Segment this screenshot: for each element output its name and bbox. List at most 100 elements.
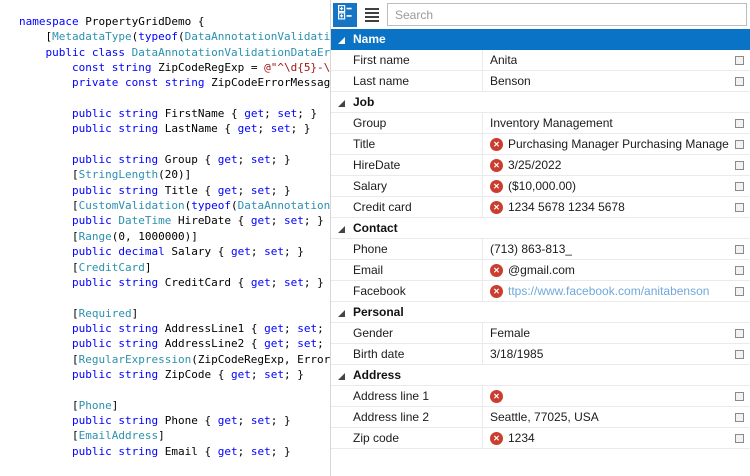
code-token: get xyxy=(218,153,238,166)
property-row[interactable]: First name Anita xyxy=(331,50,750,71)
property-row[interactable]: Salary✕($10,000.00) xyxy=(331,176,750,197)
property-row[interactable]: Phone(713) 863-813_ xyxy=(331,239,750,260)
code-token: ; } xyxy=(317,337,330,350)
code-token: CustomValidation xyxy=(79,199,185,212)
property-label[interactable]: Group xyxy=(331,116,482,130)
code-token: set xyxy=(264,368,284,381)
code-token: ; xyxy=(257,122,270,135)
category-header[interactable]: Personal xyxy=(331,302,750,323)
code-line xyxy=(19,91,330,106)
code-token: ; } xyxy=(271,153,291,166)
code-token: ] xyxy=(158,429,165,442)
code-line xyxy=(19,290,330,305)
expander-icon[interactable] xyxy=(338,373,345,380)
expander-icon[interactable] xyxy=(338,226,345,233)
property-value-cell[interactable]: ✕Purchasing Manager Purchasing Manager xyxy=(482,134,750,154)
property-label[interactable]: Address line 1 xyxy=(331,389,482,403)
category-header[interactable]: Job xyxy=(331,92,750,113)
value-edit-marker[interactable] xyxy=(735,350,744,359)
category-header[interactable]: Name xyxy=(331,29,750,50)
value-edit-marker[interactable] xyxy=(735,413,744,422)
code-editor-pane[interactable]: namespace PropertyGridDemo { [MetadataTy… xyxy=(0,0,330,476)
code-token: ; xyxy=(251,245,264,258)
value-edit-marker[interactable] xyxy=(735,77,744,86)
value-edit-marker[interactable] xyxy=(735,266,744,275)
property-value-cell[interactable]: ✕ xyxy=(482,386,750,406)
property-label[interactable]: Phone xyxy=(331,242,482,256)
property-label[interactable]: Salary xyxy=(331,179,482,193)
code-line: [Range(0, 1000000)] xyxy=(19,229,330,244)
property-value-cell[interactable]: Benson xyxy=(482,71,750,91)
property-value-cell[interactable]: Anita xyxy=(482,50,750,70)
expander-icon[interactable] xyxy=(338,310,345,317)
property-value-cell[interactable]: ✕1234 5678 1234 5678 xyxy=(482,197,750,217)
property-label[interactable]: Email xyxy=(331,263,482,277)
alphabetical-view-button[interactable] xyxy=(360,3,384,27)
validation-error-icon: ✕ xyxy=(490,264,503,277)
property-row[interactable]: Address line 1✕ xyxy=(331,386,750,407)
expander-icon[interactable] xyxy=(338,100,345,107)
property-row[interactable]: Credit card✕1234 5678 1234 5678 xyxy=(331,197,750,218)
property-label[interactable]: Facebook xyxy=(331,284,482,298)
property-row[interactable]: Address line 2Seattle, 77025, USA xyxy=(331,407,750,428)
categorized-view-button[interactable] xyxy=(333,3,357,27)
code-token: public xyxy=(72,337,112,350)
value-edit-marker[interactable] xyxy=(735,434,744,443)
property-value-cell[interactable]: ✕ ttps://www.facebook.com/anitabenson xyxy=(482,281,750,301)
property-value-cell[interactable]: ✕1234 xyxy=(482,428,750,448)
property-label[interactable]: Credit card xyxy=(331,200,482,214)
property-value-cell[interactable]: Seattle, 77025, USA xyxy=(482,407,750,427)
property-label[interactable]: Address line 2 xyxy=(331,410,482,424)
property-label[interactable]: Last name xyxy=(331,74,482,88)
validation-error-icon: ✕ xyxy=(490,159,503,172)
property-row[interactable]: Last nameBenson xyxy=(331,71,750,92)
validation-error-icon: ✕ xyxy=(490,285,503,298)
value-edit-marker[interactable] xyxy=(735,329,744,338)
property-row[interactable]: Birth date3/18/1985 xyxy=(331,344,750,365)
property-row[interactable]: Facebook ✕ ttps://www.facebook.com/anitabe… xyxy=(331,281,750,302)
property-value: Anita xyxy=(490,53,517,67)
property-label[interactable]: Birth date xyxy=(331,347,482,361)
value-edit-marker[interactable] xyxy=(735,119,744,128)
expander-icon[interactable] xyxy=(338,37,345,44)
property-value-cell[interactable]: ✕($10,000.00) xyxy=(482,176,750,196)
value-edit-marker[interactable] xyxy=(735,287,744,296)
property-label[interactable]: Zip code xyxy=(331,431,482,445)
property-row[interactable]: GenderFemale xyxy=(331,323,750,344)
value-edit-marker[interactable] xyxy=(735,203,744,212)
property-label[interactable]: Gender xyxy=(331,326,482,340)
property-value-cell[interactable]: (713) 863-813_ xyxy=(482,239,750,259)
code-token: private xyxy=(72,76,118,89)
property-row[interactable]: GroupInventory Management xyxy=(331,113,750,134)
search-input[interactable] xyxy=(387,3,747,26)
property-value-cell[interactable]: 3/18/1985 xyxy=(482,344,750,364)
code-token: ( xyxy=(231,199,238,212)
property-row[interactable]: Zip code✕1234 xyxy=(331,428,750,449)
property-row[interactable]: HireDate✕3/25/2022 xyxy=(331,155,750,176)
property-row[interactable]: Title✕Purchasing Manager Purchasing Mana… xyxy=(331,134,750,155)
property-label[interactable]: First name xyxy=(331,53,482,67)
value-edit-marker[interactable] xyxy=(735,392,744,401)
code-token: public xyxy=(72,245,112,258)
value-edit-marker[interactable] xyxy=(735,161,744,170)
code-token: (20)] xyxy=(158,168,191,181)
code-token: public xyxy=(46,46,86,59)
code-token: ; } xyxy=(271,414,291,427)
category-header[interactable]: Address xyxy=(331,365,750,386)
property-value-cell[interactable]: ✕3/25/2022 xyxy=(482,155,750,175)
property-label[interactable]: HireDate xyxy=(331,158,482,172)
code-token: set xyxy=(297,337,317,350)
property-value-link[interactable]: ttps://www.facebook.com/anitabenson xyxy=(508,284,709,298)
value-edit-marker[interactable] xyxy=(735,245,744,254)
category-header[interactable]: Contact xyxy=(331,218,750,239)
property-value-cell[interactable]: ✕@gmail.com xyxy=(482,260,750,280)
property-value-cell[interactable]: Female xyxy=(482,323,750,343)
property-label[interactable]: Title xyxy=(331,137,482,151)
code-token: [ xyxy=(19,168,79,181)
value-edit-marker[interactable] xyxy=(735,140,744,149)
code-token: string xyxy=(112,61,152,74)
value-edit-marker[interactable] xyxy=(735,182,744,191)
property-value-cell[interactable]: Inventory Management xyxy=(482,113,750,133)
value-edit-marker[interactable] xyxy=(735,56,744,65)
property-row[interactable]: Email✕@gmail.com xyxy=(331,260,750,281)
